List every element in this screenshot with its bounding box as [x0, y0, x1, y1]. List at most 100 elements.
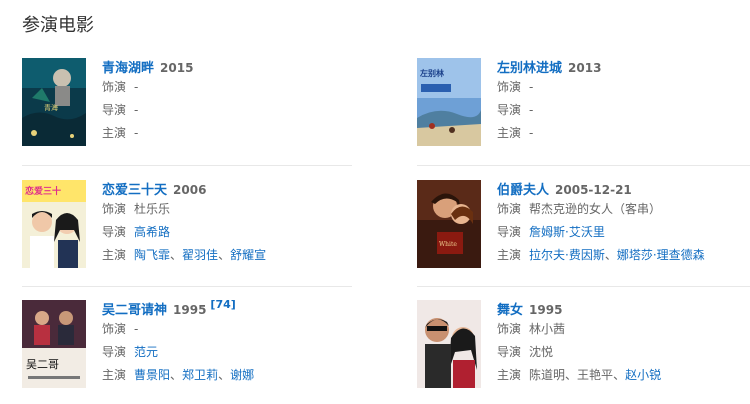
role-row: 饰演 杜乐乐 — [102, 198, 362, 221]
director-row: 导演 - — [497, 99, 750, 122]
cast-row: 主演 - — [102, 122, 362, 145]
role-value: - — [134, 322, 139, 336]
cast-row: 主演 陈道明、王艳平、赵小锐 — [497, 364, 750, 387]
cast-row: 主演 曹景阳、郑卫莉、谢娜 — [102, 364, 362, 387]
row-divider — [417, 286, 750, 287]
director-label: 导演 — [497, 103, 522, 117]
film-poster[interactable]: 左别林 — [417, 58, 481, 146]
cast-row: 主演 拉尔夫·费因斯、娜塔莎·理查德森 — [497, 244, 750, 267]
cast-link[interactable]: 拉尔夫·费因斯 — [529, 248, 605, 262]
cast-separator: 、 — [604, 248, 617, 262]
film-title[interactable]: 青海湖畔 — [102, 61, 154, 76]
film-item-wuerge: 吴二哥 吴二哥请神 1995 [74] 饰演 - 导演 范元 主演 曹景阳、郑卫莉、谢娜 — [22, 298, 352, 390]
film-poster[interactable]: White — [417, 180, 481, 268]
cast-value: 王艳平 — [577, 368, 614, 382]
role-row: 饰演 - — [497, 76, 750, 99]
cast-row: 主演 - — [497, 122, 750, 145]
director-link[interactable]: 詹姆斯·艾沃里 — [529, 225, 605, 239]
film-poster[interactable]: 吴二哥 — [22, 300, 86, 388]
director-row: 导演 高希路 — [102, 221, 362, 244]
cast-separator: 、 — [613, 368, 626, 382]
film-year: 2013 — [568, 61, 602, 75]
role-value: - — [529, 80, 534, 94]
director-value: - — [529, 103, 534, 117]
cast-link[interactable]: 舒耀宣 — [230, 248, 266, 262]
svg-text:吴二哥: 吴二哥 — [26, 358, 59, 371]
role-value: 杜乐乐 — [134, 202, 171, 216]
cast-separator: 、 — [170, 248, 183, 262]
film-title[interactable]: 伯爵夫人 — [497, 183, 549, 198]
cast-value: - — [529, 126, 534, 140]
film-poster[interactable]: 恋爱三十 — [22, 180, 86, 268]
film-title[interactable]: 舞女 — [497, 303, 523, 318]
cast-separator: 、 — [170, 368, 183, 382]
film-title[interactable]: 恋爱三十天 — [102, 183, 167, 198]
director-label: 导演 — [102, 345, 127, 359]
director-row: 导演 范元 — [102, 341, 362, 364]
director-label: 导演 — [102, 225, 127, 239]
cast-label: 主演 — [102, 126, 127, 140]
cast-label: 主演 — [497, 126, 522, 140]
role-label: 饰演 — [102, 202, 127, 216]
film-title[interactable]: 吴二哥请神 — [102, 303, 167, 318]
role-row: 饰演 帮杰克逊的女人（客串） — [497, 198, 750, 221]
row-divider — [417, 165, 750, 166]
cast-separator: 、 — [565, 368, 578, 382]
film-item-qinghaihupan: 青海 青海湖畔 2015 饰演 - 导演 - 主演 - — [22, 58, 352, 148]
role-label: 饰演 — [102, 80, 127, 94]
row-divider — [22, 286, 352, 287]
cast-label: 主演 — [497, 368, 522, 382]
role-label: 饰演 — [497, 80, 522, 94]
director-label: 导演 — [497, 225, 522, 239]
svg-text:青海: 青海 — [44, 103, 58, 112]
film-year: 1995 — [173, 303, 207, 317]
cast-value: - — [134, 126, 139, 140]
director-link[interactable]: 范元 — [134, 345, 158, 359]
cast-label: 主演 — [497, 248, 522, 262]
cast-label: 主演 — [102, 248, 127, 262]
cast-link[interactable]: 翟羽佳 — [182, 248, 218, 262]
role-row: 饰演 - — [102, 76, 362, 99]
film-poster[interactable]: 青海 — [22, 58, 86, 146]
role-row: 饰演 - — [102, 318, 362, 341]
role-label: 饰演 — [102, 322, 127, 336]
role-row: 饰演 林小茜 — [497, 318, 750, 341]
film-title[interactable]: 左别林进城 — [497, 61, 562, 76]
film-item-bojue: White 伯爵夫人 2005-12-21 饰演 帮杰克逊的女人（客串） 导演 詹姆斯… — [417, 180, 747, 270]
film-item-lianai: 恋爱三十 恋爱三十天 2006 饰演 杜乐乐 导演 高希路 主演 陶飞霏、翟羽佳、舒耀宣 — [22, 180, 352, 270]
film-poster[interactable] — [417, 300, 481, 388]
film-item-zuobielin: 左别林 左别林进城 2013 饰演 - 导演 - 主演 - — [417, 58, 747, 148]
cast-label: 主演 — [102, 368, 127, 382]
cast-link[interactable]: 曹景阳 — [134, 368, 170, 382]
role-value: - — [134, 80, 139, 94]
director-value: - — [134, 103, 139, 117]
director-label: 导演 — [102, 103, 127, 117]
director-value: 沈悦 — [529, 345, 554, 359]
cast-link[interactable]: 娜塔莎·理查德森 — [617, 248, 705, 262]
svg-text:左别林: 左别林 — [419, 68, 444, 78]
cast-row: 主演 陶飞霏、翟羽佳、舒耀宣 — [102, 244, 362, 267]
reference-link[interactable]: [74] — [210, 298, 235, 311]
cast-link[interactable]: 陶飞霏 — [134, 248, 170, 262]
director-row: 导演 - — [102, 99, 362, 122]
role-label: 饰演 — [497, 202, 522, 216]
cast-link[interactable]: 谢娜 — [230, 368, 254, 382]
svg-text:White: White — [439, 241, 457, 248]
cast-link[interactable]: 赵小锐 — [625, 368, 661, 382]
role-value: 帮杰克逊的女人（客串） — [529, 202, 662, 216]
section-title: 参演电影 — [22, 15, 94, 36]
director-link[interactable]: 高希路 — [134, 225, 170, 239]
svg-text:恋爱三十: 恋爱三十 — [25, 185, 61, 197]
row-divider — [22, 165, 352, 166]
cast-link[interactable]: 郑卫莉 — [182, 368, 218, 382]
cast-separator: 、 — [218, 248, 231, 262]
film-item-wunv: 舞女 1995 饰演 林小茜 导演 沈悦 主演 陈道明、王艳平、赵小锐 — [417, 300, 747, 390]
cast-value: 陈道明 — [529, 368, 566, 382]
film-year: 2005-12-21 — [555, 183, 632, 197]
film-year: 2015 — [160, 61, 194, 75]
role-value: 林小茜 — [529, 322, 566, 336]
film-year: 1995 — [529, 303, 563, 317]
director-row: 导演 詹姆斯·艾沃里 — [497, 221, 750, 244]
role-label: 饰演 — [497, 322, 522, 336]
director-label: 导演 — [497, 345, 522, 359]
